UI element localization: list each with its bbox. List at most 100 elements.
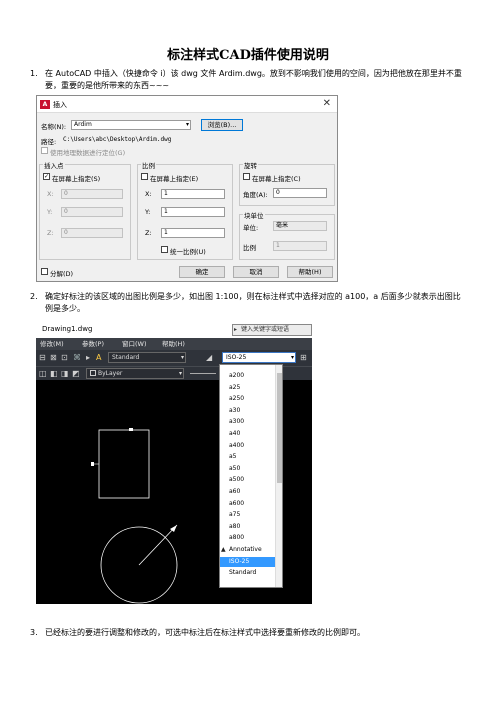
dim-style-option-label: a400 (229, 441, 245, 449)
grip-handle (91, 462, 94, 466)
dim-style-value: ISO-25 (226, 354, 247, 361)
dim-radius-icon[interactable]: ▸ (86, 352, 90, 364)
factor-value: 1 (273, 241, 327, 251)
dim-style-option-label: a40 (229, 430, 241, 437)
browse-button[interactable]: 浏览(B)... (201, 119, 243, 131)
dim-style-option[interactable]: a200 (220, 371, 276, 382)
dim-style-option-label: a50 (229, 464, 241, 472)
file-tab[interactable]: Drawing1.dwg (42, 325, 92, 333)
dialog-title: 插入 (53, 101, 67, 109)
insertion-y-input[interactable]: 0 (61, 207, 123, 217)
dialog-titlebar: A 插入 ✕ (37, 96, 337, 113)
rotation-specify-label: 在屏幕上指定(C) (252, 175, 301, 183)
dim-style-option[interactable]: a80 (220, 522, 276, 533)
dim-style-option[interactable]: ▲ Annotative (220, 545, 276, 556)
dim-style-option[interactable]: a5 (220, 452, 276, 463)
dim-style-option[interactable]: a50 (220, 464, 276, 475)
chevron-down-icon: ▾ (290, 354, 294, 361)
dim-style-option-label: a60 (229, 488, 241, 495)
geo-checkbox[interactable] (41, 147, 48, 154)
dim-style-option[interactable]: a40 (220, 429, 276, 440)
ok-button[interactable]: 确定 (179, 266, 225, 278)
layer-state-icon[interactable]: ◧ (50, 368, 58, 380)
table-style-icon[interactable]: ⊞ (300, 352, 307, 364)
dim-style-option[interactable]: Standard (220, 568, 276, 579)
step-text: 确定好标注的该区域的出图比例是多少，如出图 1:100，则在标注样式中选择对应的… (45, 292, 461, 313)
dim-style-option[interactable]: a400 (220, 441, 276, 452)
rectangle-shape (98, 429, 150, 499)
dim-style-option[interactable]: a60 (220, 487, 276, 498)
insertion-z-label: Z: (47, 229, 54, 237)
explode-checkbox[interactable] (41, 268, 48, 275)
dropdown-scrollbar[interactable] (275, 365, 282, 587)
dim-aligned-icon[interactable]: ⊠ (50, 352, 57, 364)
dim-style-option-label: a200 (229, 372, 245, 379)
dim-style-option-label: a30 (229, 406, 241, 414)
annotative-icon: ▲ (221, 546, 226, 553)
chevron-down-icon: ▾ (185, 121, 189, 128)
menu-modify[interactable]: 修改(M) (40, 338, 64, 350)
dim-style-option[interactable]: a800 (220, 533, 276, 544)
insertion-specify-label: 在屏幕上指定(S) (52, 175, 101, 183)
scale-x-input[interactable]: 1 (161, 189, 225, 199)
dim-style-option-label: Annotative (229, 546, 262, 553)
layer-select[interactable]: ByLayer ▾ (86, 368, 184, 379)
step-number: 1. (30, 69, 38, 78)
insertion-specify-checkbox[interactable]: ✓ (43, 173, 50, 180)
dim-style-select[interactable]: ISO-25 ▾ (222, 352, 296, 363)
dim-style-option[interactable]: a300 (220, 417, 276, 428)
linetype-preview (190, 373, 216, 374)
geo-checkbox-label: 使用地理数据进行定位(G) (50, 149, 126, 157)
dim-style-option[interactable]: a75 (220, 510, 276, 521)
help-button[interactable]: 帮助(H) (287, 266, 333, 278)
insert-dialog: A 插入 ✕ 名称(N): Ardim ▾ 浏览(B)... 路径: C:\Us… (36, 95, 338, 282)
uniform-scale-checkbox[interactable] (161, 246, 168, 253)
menu-parametric[interactable]: 参数(P) (82, 338, 104, 350)
insertion-x-label: X: (47, 190, 54, 198)
insertion-z-input[interactable]: 0 (61, 228, 123, 238)
dim-ordinate-icon[interactable]: ⌘ (73, 352, 81, 364)
layer-match-icon[interactable]: ◩ (72, 368, 80, 380)
dim-style-option[interactable]: a600 (220, 499, 276, 510)
dim-style-option-label: a25 (229, 383, 241, 391)
autocad-window: Drawing1.dwg 键入关键字或短语 修改(M) 参数(P) 窗口(W) … (36, 322, 312, 604)
dim-style-option[interactable]: a500 (220, 475, 276, 486)
rotation-group (239, 164, 335, 206)
path-value: C:\Users\abc\Desktop\Ardim.dwg (63, 136, 172, 143)
scrollbar-thumb[interactable] (277, 373, 282, 483)
dim-linear-icon[interactable]: ⊟ (39, 352, 46, 364)
dim-style-option[interactable]: a30 (220, 406, 276, 417)
chevron-down-icon: ▾ (180, 354, 184, 361)
block-unit-label: 块单位 (243, 210, 265, 220)
dim-style-option-label: Standard (229, 569, 257, 577)
dim-arc-icon[interactable]: ⊡ (61, 352, 68, 364)
text-style-select[interactable]: Standard ▾ (108, 352, 186, 363)
text-style-icon: A (96, 353, 102, 362)
name-value: Ardim (74, 121, 92, 128)
layer-previous-icon[interactable]: ◨ (61, 368, 69, 380)
angle-input[interactable]: 0 (273, 188, 327, 198)
menu-window[interactable]: 窗口(W) (122, 338, 147, 350)
dim-style-option-label: a5 (229, 453, 237, 461)
search-input[interactable]: 键入关键字或短语 (232, 324, 312, 336)
dim-style-dropdown: a200 a25 a250 a30 a300 a40 a400 a5 a50 a500 a60 a60… (219, 364, 283, 588)
rotation-specify-checkbox[interactable] (243, 173, 250, 180)
insertion-x-input[interactable]: 0 (61, 189, 123, 199)
name-combobox[interactable]: Ardim ▾ (71, 120, 191, 130)
scale-z-input[interactable]: 1 (161, 228, 225, 238)
cancel-button[interactable]: 取消 (233, 266, 279, 278)
text-style-value: Standard (112, 354, 140, 361)
dim-style-option-label: a500 (229, 476, 245, 484)
close-icon[interactable]: ✕ (323, 98, 331, 109)
dim-style-option[interactable]: a25 (220, 383, 276, 394)
menu-help[interactable]: 帮助(H) (162, 338, 185, 350)
scale-y-input[interactable]: 1 (161, 207, 225, 217)
dim-style-option[interactable]: ISO-25 (220, 556, 276, 568)
scale-label: 比例 (141, 160, 156, 170)
dim-style-option[interactable]: a250 (220, 394, 276, 405)
dim-style-option-label: a800 (229, 534, 245, 542)
dim-style-option-label: a250 (229, 395, 245, 403)
unit-value: 毫米 (273, 221, 327, 231)
scale-specify-checkbox[interactable] (141, 173, 148, 180)
layer-properties-icon[interactable]: ◫ (39, 368, 47, 380)
